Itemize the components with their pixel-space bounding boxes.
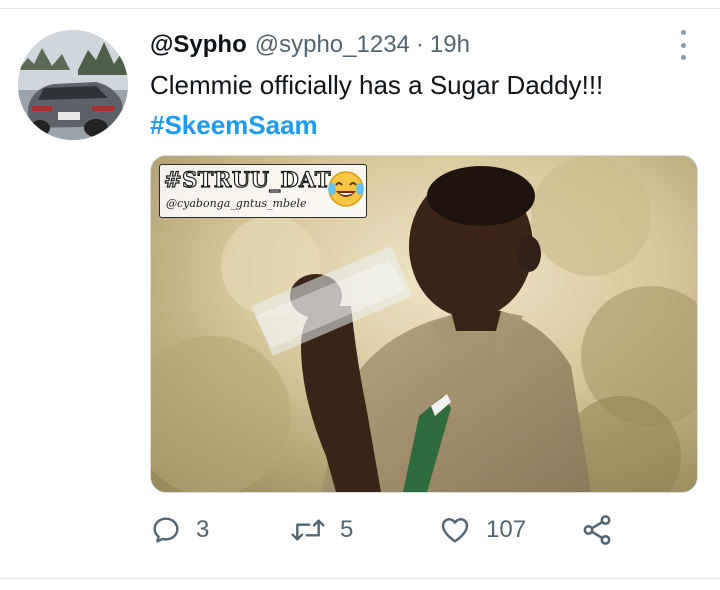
retweet-button[interactable]: 5 bbox=[290, 510, 353, 550]
tweet-media-image[interactable]: #STRUU_DAT @cyabonga_gntus_mbele bbox=[150, 155, 698, 493]
separator-dot: · bbox=[415, 31, 424, 58]
car-avatar-image bbox=[18, 30, 128, 140]
retweet-icon bbox=[291, 519, 325, 541]
hashtag-link[interactable]: #SkeemSaam bbox=[150, 110, 318, 141]
timestamp[interactable]: 19h bbox=[430, 31, 470, 59]
reply-count: 3 bbox=[196, 516, 210, 543]
retweet-count: 5 bbox=[340, 516, 354, 543]
display-name[interactable]: @Sypho bbox=[150, 31, 247, 59]
share-button[interactable] bbox=[580, 510, 614, 550]
avatar[interactable] bbox=[18, 30, 128, 140]
tweet-actions: 3 5 107 bbox=[150, 510, 690, 550]
bottom-divider bbox=[0, 578, 720, 579]
reply-button[interactable]: 3 bbox=[150, 510, 209, 550]
watermark-badge: #STRUU_DAT @cyabonga_gntus_mbele bbox=[159, 164, 367, 218]
user-handle[interactable]: @sypho_1234 bbox=[255, 31, 410, 59]
heart-icon bbox=[441, 518, 469, 543]
tweet-text: Clemmie officially has a Sugar Daddy!!! bbox=[150, 70, 604, 100]
more-options-icon[interactable] bbox=[676, 30, 690, 60]
like-button[interactable]: 107 bbox=[438, 510, 526, 550]
share-icon bbox=[583, 515, 611, 545]
tweet-header: @Sypho @sypho_1234 · 19h bbox=[150, 28, 470, 62]
laughing-emoji-icon bbox=[328, 171, 364, 207]
top-divider bbox=[0, 8, 720, 9]
watermark-subtitle: @cyabonga_gntus_mbele bbox=[166, 197, 307, 210]
watermark-title: #STRUU_DAT bbox=[163, 166, 331, 192]
like-count: 107 bbox=[486, 516, 527, 543]
reply-icon bbox=[153, 517, 179, 543]
